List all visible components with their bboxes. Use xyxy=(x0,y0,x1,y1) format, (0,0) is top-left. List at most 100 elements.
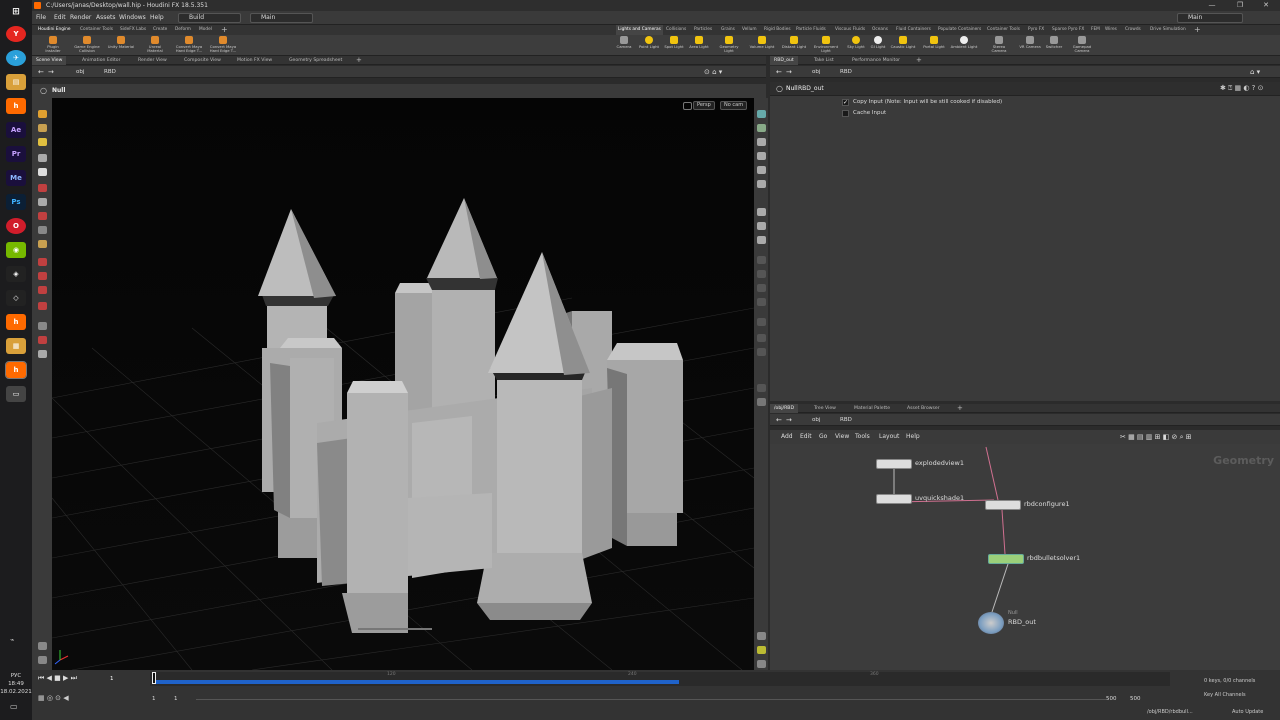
nvidia-icon[interactable]: ◉ xyxy=(6,242,26,258)
close-button[interactable]: ✕ xyxy=(1254,0,1278,11)
tab-render-view[interactable]: Render View xyxy=(134,56,171,65)
node-uvquickshade1[interactable] xyxy=(876,494,912,504)
display-icon[interactable] xyxy=(38,656,47,664)
path-node-2[interactable]: RBD xyxy=(840,66,852,78)
edge-display-icon[interactable] xyxy=(757,318,766,326)
brush-tool-icon[interactable] xyxy=(38,212,47,220)
media-encoder-icon[interactable]: Me xyxy=(6,170,26,186)
shelf-tab[interactable]: Sparse Pyro FX xyxy=(1052,25,1084,35)
shelf-tab[interactable]: Container Tools xyxy=(80,25,113,35)
start-frame-field[interactable]: 1 xyxy=(152,696,156,702)
menu-file[interactable]: File xyxy=(36,11,46,25)
right-context-dropdown[interactable]: Main xyxy=(1177,13,1243,23)
snap-magnet-icon[interactable] xyxy=(38,302,47,310)
cache-input-checkbox[interactable] xyxy=(842,110,849,117)
menu-edit[interactable]: Edit xyxy=(54,11,66,25)
wireframe-icon[interactable] xyxy=(757,124,766,132)
pin-icon[interactable]: ⊙ ⌂ ▾ xyxy=(704,66,722,78)
end-frame-field-2[interactable]: 500 xyxy=(1130,696,1141,702)
after-effects-icon[interactable]: Ae xyxy=(6,122,26,138)
add-shelf-tab-button[interactable]: + xyxy=(221,25,228,35)
shelf-tab[interactable]: Crowds xyxy=(1125,25,1141,35)
add-shelf-tab-button-right[interactable]: + xyxy=(1194,25,1201,35)
network-menu-edit[interactable]: Edit xyxy=(800,430,812,444)
path-node[interactable]: RBD xyxy=(104,66,116,78)
volume-light-tool[interactable]: Volume Light xyxy=(748,36,776,49)
caustic-light-tool[interactable]: Caustic Light xyxy=(889,36,917,49)
pose-tool-icon[interactable] xyxy=(38,198,47,206)
network-menu-go[interactable]: Go xyxy=(819,430,827,444)
network-menu-help[interactable]: Help xyxy=(906,430,920,444)
light-2-icon[interactable] xyxy=(757,180,766,188)
shelf-tab[interactable]: Particle Fluids xyxy=(796,25,826,35)
network-icon[interactable]: ⌁ xyxy=(10,636,14,644)
bg-2-icon[interactable] xyxy=(757,236,766,244)
grid-icon[interactable] xyxy=(757,208,766,216)
shelf-tab[interactable]: FEM xyxy=(1091,25,1100,35)
houdini-icon-2[interactable]: h xyxy=(6,314,26,330)
ambient-light-tool[interactable]: Ambient Light xyxy=(950,36,978,49)
shelf-tab[interactable]: Rigid Bodies xyxy=(764,25,791,35)
sketch-tool-icon[interactable] xyxy=(38,336,47,344)
unity-hub-icon[interactable]: ◇ xyxy=(6,290,26,306)
tab-material-palette[interactable]: Material Palette xyxy=(850,404,894,413)
add-tab-button-3[interactable]: + xyxy=(953,404,967,413)
shelf-tab[interactable]: Grains xyxy=(721,25,735,35)
app-icon[interactable]: ▭ xyxy=(6,386,26,402)
pin-icon-2[interactable]: ⌂ ▾ xyxy=(1250,66,1260,78)
network-menu-view[interactable]: View xyxy=(835,430,849,444)
cube-display-icon[interactable] xyxy=(757,398,766,406)
path-root-2[interactable]: obj xyxy=(812,66,820,78)
back-icon-3[interactable]: ← xyxy=(776,414,782,426)
camera-lock-icon[interactable] xyxy=(38,642,47,650)
yandex-browser-icon[interactable]: Y xyxy=(6,26,26,42)
camera-tool-icon[interactable] xyxy=(38,258,47,266)
stereo-camera-tool[interactable]: Stereo Camera xyxy=(985,36,1013,53)
desktop-dropdown[interactable]: Build xyxy=(178,13,241,23)
normal-display-icon[interactable] xyxy=(757,270,766,278)
explorer-icon[interactable]: ▤ xyxy=(6,74,26,90)
shelf-tab[interactable]: Container Tools xyxy=(987,25,1020,35)
pointer-tool-icon[interactable] xyxy=(38,154,47,162)
3d-viewport[interactable]: Persp No cam xyxy=(52,98,754,670)
lock-icon[interactable] xyxy=(38,168,47,176)
tab-animation-editor[interactable]: Animation Editor xyxy=(78,56,124,65)
playback-controls[interactable]: ⏮ ◀ ■ ▶ ⏭ xyxy=(38,674,77,683)
photoshop-icon[interactable]: Ps xyxy=(6,194,26,210)
current-frame-field[interactable]: 1 xyxy=(110,676,114,682)
shelf-tab[interactable]: Model xyxy=(199,25,212,35)
misc-tool-icon[interactable] xyxy=(38,322,47,330)
tab-performance-monitor[interactable]: Performance Monitor xyxy=(848,56,904,65)
portal-light-tool[interactable]: Portal Light xyxy=(920,36,948,49)
move-tool-icon[interactable] xyxy=(38,124,47,132)
back-icon[interactable]: ← xyxy=(38,66,44,78)
shelf-tab[interactable]: Particles xyxy=(694,25,712,35)
windows-start-icon[interactable]: ⊞ xyxy=(6,4,26,20)
network-tools-icon[interactable]: ✂ ▦ ▤ ▥ ⊞ ◧ ⊘ ⌕ ⊞ xyxy=(1120,430,1192,444)
convert-maya-hard-edge-tool[interactable]: Convert Maya Hard Edge T... xyxy=(175,36,203,53)
back-icon-2[interactable]: ← xyxy=(776,66,782,78)
text-display-icon[interactable] xyxy=(757,384,766,392)
light-icon[interactable] xyxy=(757,166,766,174)
shelf-tab[interactable]: Populate Containers xyxy=(938,25,981,35)
vertex-display-icon[interactable] xyxy=(757,284,766,292)
tab-composite-view[interactable]: Composite View xyxy=(180,56,225,65)
node-rbdbulletsolver1[interactable] xyxy=(988,554,1024,564)
status-path[interactable]: /obj/RBD/rbdbull... xyxy=(1147,709,1193,715)
layout-icon[interactable] xyxy=(757,646,766,654)
handle-tool-icon[interactable] xyxy=(38,184,47,192)
auto-update-button[interactable]: Auto Update xyxy=(1232,709,1263,715)
gamepad-camera-tool[interactable]: Gamepad Camera xyxy=(1068,36,1096,53)
node-rbd-out[interactable] xyxy=(978,612,1004,634)
start-frame-field-2[interactable]: 1 xyxy=(174,696,178,702)
forward-icon-2[interactable]: → xyxy=(786,66,792,78)
shelf-tab[interactable]: Oceans xyxy=(872,25,888,35)
tab-scene-view[interactable]: Scene View xyxy=(32,56,67,65)
magnet-icon[interactable] xyxy=(38,286,47,294)
environment-light-tool[interactable]: Environment Light xyxy=(812,36,840,53)
shading-icon[interactable] xyxy=(757,138,766,146)
switcher-tool[interactable]: Switcher xyxy=(1040,36,1068,49)
info-icon[interactable] xyxy=(757,632,766,640)
notification-icon[interactable]: ▭ xyxy=(10,702,18,711)
maximize-button[interactable]: ❐ xyxy=(1228,0,1252,11)
